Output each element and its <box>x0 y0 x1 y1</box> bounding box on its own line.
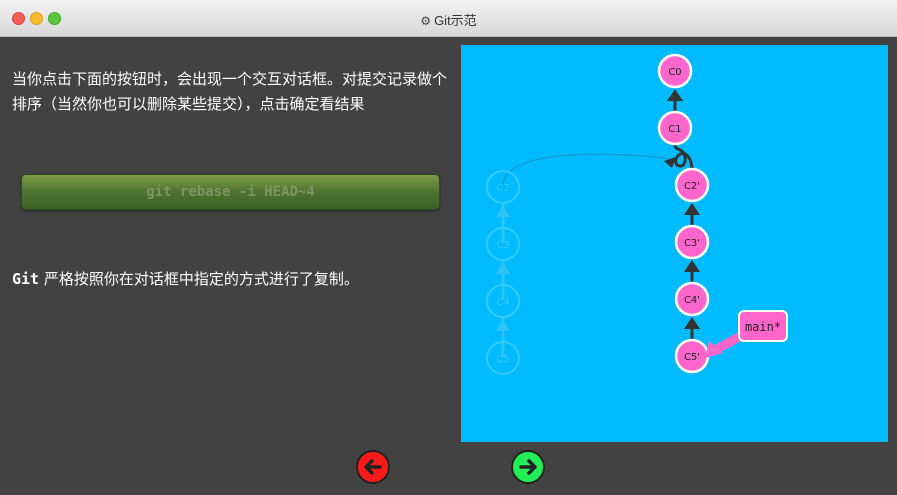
ghost-edges <box>496 203 510 357</box>
commit-label: C5' <box>684 352 700 363</box>
result-paragraph: Git 严格按照你在对话框中指定的方式进行了复制。 <box>12 267 452 292</box>
commit-node[interactable]: C1 <box>657 110 693 146</box>
arrowhead <box>684 317 700 329</box>
arrowhead <box>684 260 700 272</box>
commit-label: C3 <box>496 240 509 251</box>
commit-node[interactable]: C5' <box>674 338 710 374</box>
window-titlebar: ⚙ Git示范 <box>0 0 897 37</box>
back-button[interactable] <box>356 450 390 484</box>
ghost-arrowhead <box>496 262 510 274</box>
branch-label-text: main* <box>745 320 781 334</box>
commit-label: C2 <box>496 183 509 194</box>
commit-label: C2' <box>684 181 700 192</box>
git-code-term: Git <box>12 270 40 288</box>
result-text: 严格按照你在对话框中指定的方式进行了复制。 <box>39 270 359 288</box>
commit-label: C3' <box>684 238 700 249</box>
branch-main[interactable]: main* <box>705 310 788 358</box>
commit-label: C5 <box>496 354 509 365</box>
commit-label: C4 <box>496 297 509 308</box>
commit-label: C4' <box>684 295 700 306</box>
edge-c2p-c1 <box>673 144 694 170</box>
git-graph-canvas: C2 C3 C4 C5 C0 C1 C2' C3' C4' C5' main* <box>461 45 888 442</box>
git-command-button[interactable]: git rebase -i HEAD~4 <box>21 174 440 210</box>
ghost-commit-node: C2 <box>486 170 520 204</box>
instruction-paragraph: 当你点击下面的按钮时，会出现一个交互对话框。对提交记录做个排序（当然你也可以删除… <box>12 70 448 113</box>
commit-node[interactable]: C4' <box>674 281 710 317</box>
git-graph-svg: C2 C3 C4 C5 C0 C1 C2' C3' C4' C5' main* <box>486 53 788 375</box>
window-title: ⚙ Git示范 <box>420 13 477 28</box>
forward-button[interactable] <box>511 450 545 484</box>
ghost-arrowhead <box>496 205 510 217</box>
right-arrow-icon <box>519 459 537 475</box>
commit-node[interactable]: C3' <box>674 224 710 260</box>
arrowhead <box>667 89 683 101</box>
ghost-link-curve <box>502 153 672 186</box>
left-arrow-icon <box>364 459 382 475</box>
gear-icon: ⚙ <box>420 14 432 28</box>
commit-node[interactable]: C0 <box>657 53 693 89</box>
commit-label: C0 <box>668 67 681 78</box>
commit-node[interactable]: C2' <box>674 167 710 203</box>
commit-label: C1 <box>668 124 681 135</box>
ghost-arrowhead <box>496 319 510 331</box>
arrowhead <box>684 203 700 215</box>
